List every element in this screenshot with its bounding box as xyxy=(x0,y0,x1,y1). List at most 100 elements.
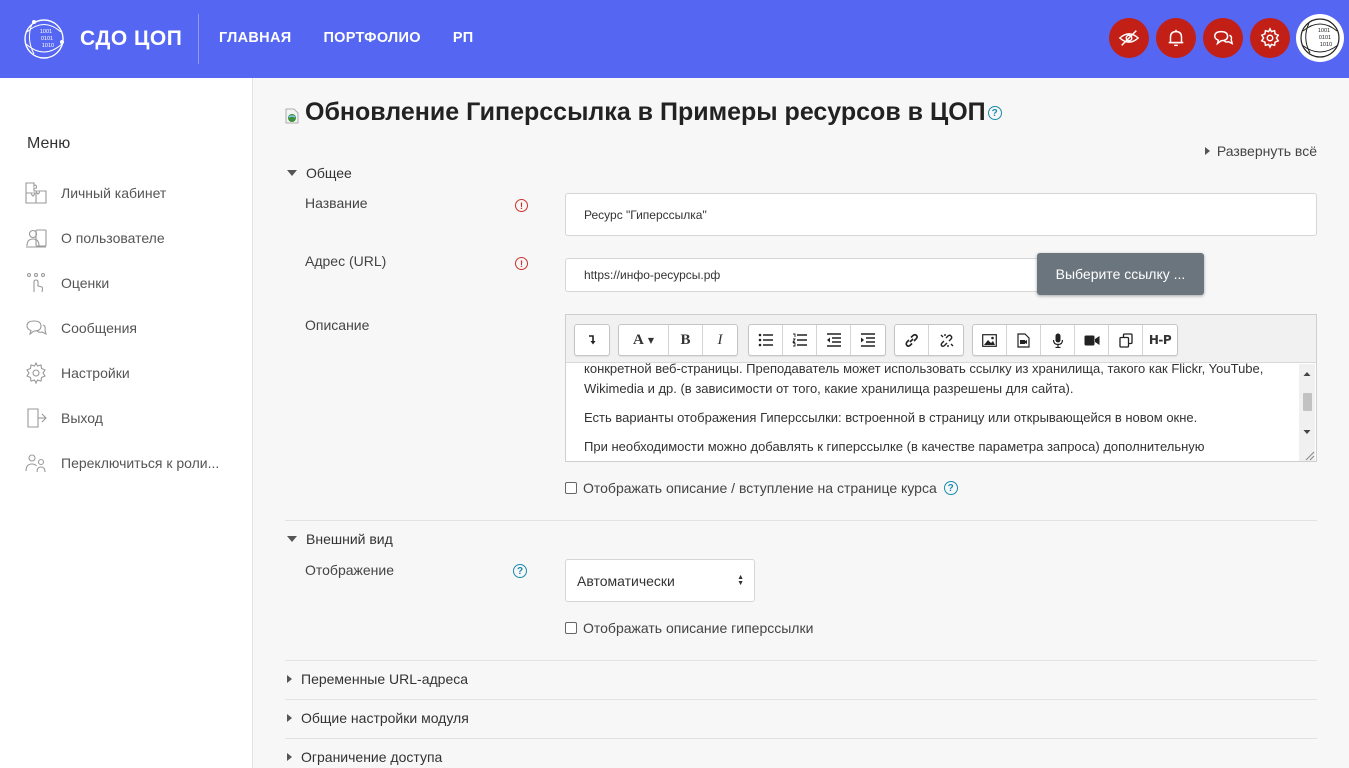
toolbar-group-toggle xyxy=(574,324,610,356)
gear-icon xyxy=(1260,27,1280,49)
nav-home[interactable]: ГЛАВНАЯ xyxy=(219,30,291,46)
chevron-down-icon: ▼ xyxy=(647,335,654,345)
show-url-description-label: Отображать описание гиперссылки xyxy=(583,620,814,636)
unlink-button[interactable] xyxy=(929,325,963,355)
numbered-list-icon xyxy=(791,333,807,347)
sidebar-item-profile[interactable]: О пользователе xyxy=(24,226,165,250)
sidebar-item-logout[interactable]: Выход xyxy=(24,406,103,430)
section-title: Ограничение доступа xyxy=(301,749,443,765)
italic-button[interactable]: I xyxy=(703,325,737,355)
messages-icon xyxy=(26,320,47,336)
ordered-list-button[interactable] xyxy=(783,325,817,355)
avatar-logo-icon: 1001 0101 1010 xyxy=(1300,18,1340,58)
show-more-buttons[interactable] xyxy=(575,325,609,355)
description-paragraph: Есть варианты отображения Гиперссылки: в… xyxy=(584,410,1198,425)
unlink-icon xyxy=(940,333,953,347)
sidebar-item-grades[interactable]: Оценки xyxy=(24,271,109,295)
main-content: Обновление Гиперссылка в Примеры ресурсо… xyxy=(253,78,1349,768)
insert-image-button[interactable] xyxy=(973,325,1007,355)
section-title: Внешний вид xyxy=(306,531,393,547)
expand-all-link[interactable]: Развернуть всё xyxy=(1204,143,1317,159)
editor-text-area[interactable]: конкретной веб-страницы. Преподаватель м… xyxy=(566,363,1299,461)
svg-text:0101: 0101 xyxy=(1319,35,1331,41)
help-icon[interactable]: ? xyxy=(943,481,958,495)
page-title: Обновление Гиперссылка в Примеры ресурсо… xyxy=(305,98,1002,127)
bold-button[interactable]: B xyxy=(669,325,703,355)
expand-all-label: Развернуть всё xyxy=(1216,143,1317,159)
outdent-button[interactable] xyxy=(817,325,851,355)
section-access-restriction-toggle[interactable]: Ограничение доступа xyxy=(287,749,442,765)
section-divider xyxy=(285,520,1317,521)
url-input[interactable]: https://инфо-ресурсы.рф xyxy=(565,258,1039,292)
insert-link-button[interactable] xyxy=(895,325,929,355)
unordered-list-button[interactable] xyxy=(749,325,783,355)
section-general-toggle[interactable]: Общее xyxy=(287,165,352,181)
choose-link-button[interactable]: Выберите ссылку ... xyxy=(1037,253,1204,295)
show-description-checkbox[interactable] xyxy=(565,482,577,494)
resize-handle-icon[interactable] xyxy=(1303,449,1315,461)
sidebar-item-messages[interactable]: Сообщения xyxy=(24,316,137,340)
show-description-label: Отображать описание / вступление на стра… xyxy=(583,480,937,496)
insert-media-button[interactable] xyxy=(1007,325,1041,355)
sidebar-item-dashboard[interactable]: Личный кабинет xyxy=(24,181,166,205)
nav-rp[interactable]: РП xyxy=(453,30,474,46)
section-module-settings-toggle[interactable]: Общие настройки модуля xyxy=(287,710,469,726)
logout-icon xyxy=(27,408,47,428)
url-input-value: https://инфо-ресурсы.рф xyxy=(584,268,721,282)
sidebar-item-label: Переключиться к роли... xyxy=(61,455,220,471)
section-divider xyxy=(285,660,1317,661)
bell-icon xyxy=(1168,29,1184,47)
section-title: Переменные URL-адреса xyxy=(301,671,469,687)
description-paragraph: конкретной веб-страницы. Преподаватель м… xyxy=(584,363,1264,396)
settings-button[interactable] xyxy=(1250,18,1290,58)
gear-icon xyxy=(26,361,46,385)
section-title: Общее xyxy=(306,165,352,181)
record-video-button[interactable] xyxy=(1075,325,1109,355)
section-url-variables-toggle[interactable]: Переменные URL-адреса xyxy=(287,671,468,687)
scrollbar-thumb[interactable] xyxy=(1303,393,1312,411)
help-icon[interactable]: ? xyxy=(987,106,1002,121)
show-url-description-checkbox[interactable] xyxy=(565,622,577,634)
display-select[interactable]: Автоматически ▲ ▼ xyxy=(565,559,755,602)
eye-off-icon xyxy=(1118,30,1140,46)
h5p-icon: H-P xyxy=(1148,333,1172,347)
font-style-button[interactable]: A ▼ xyxy=(619,325,669,355)
help-icon[interactable]: ? xyxy=(513,564,527,578)
user-avatar[interactable]: 1001 0101 1010 xyxy=(1296,14,1344,62)
record-audio-button[interactable] xyxy=(1041,325,1075,355)
svg-text:1010: 1010 xyxy=(1320,42,1332,48)
required-icon: ! xyxy=(515,199,528,212)
section-divider xyxy=(285,738,1317,739)
media-file-icon xyxy=(1017,332,1030,348)
sidebar-item-label: Оценки xyxy=(61,275,110,291)
eye-off-button[interactable] xyxy=(1109,18,1149,58)
chevron-right-icon xyxy=(1204,147,1210,155)
nav-portfolio[interactable]: ПОРТФОЛИО xyxy=(323,30,420,46)
insert-h5p-button[interactable]: H-P xyxy=(1143,325,1177,355)
description-label: Описание xyxy=(305,317,370,333)
user-profile-icon xyxy=(26,229,47,248)
section-appearance-toggle[interactable]: Внешний вид xyxy=(287,531,393,547)
editor-scrollbar[interactable] xyxy=(1299,364,1315,461)
top-navbar: 1001 0101 1010 СДО ЦОП ГЛАВНАЯ ПОРТФОЛИО… xyxy=(0,0,1349,78)
chevron-right-icon xyxy=(287,714,292,722)
chevron-right-icon xyxy=(287,753,292,761)
toggle-toolbar-icon xyxy=(589,335,596,345)
show-url-description-option: Отображать описание гиперссылки xyxy=(565,620,813,636)
brand-name[interactable]: СДО ЦОП xyxy=(80,27,182,51)
name-input-value: Ресурс "Гиперссылка" xyxy=(584,207,707,222)
site-logo[interactable]: 1001 0101 1010 xyxy=(22,12,66,66)
main-nav: ГЛАВНАЯ ПОРТФОЛИО РП xyxy=(219,30,506,46)
display-select-value: Автоматически xyxy=(577,572,675,589)
video-camera-icon xyxy=(1084,335,1099,345)
manage-files-button[interactable] xyxy=(1109,325,1143,355)
messages-button[interactable] xyxy=(1203,18,1243,58)
sidebar-item-switch-role[interactable]: Переключиться к роли... xyxy=(24,451,219,475)
sidebar-item-label: О пользователе xyxy=(61,230,165,246)
url-label: Адрес (URL) xyxy=(305,253,387,269)
outdent-icon xyxy=(826,333,841,347)
notifications-button[interactable] xyxy=(1156,18,1196,58)
sidebar-item-settings[interactable]: Настройки xyxy=(24,361,130,385)
name-input[interactable]: Ресурс "Гиперссылка" xyxy=(565,193,1317,236)
indent-button[interactable] xyxy=(851,325,885,355)
